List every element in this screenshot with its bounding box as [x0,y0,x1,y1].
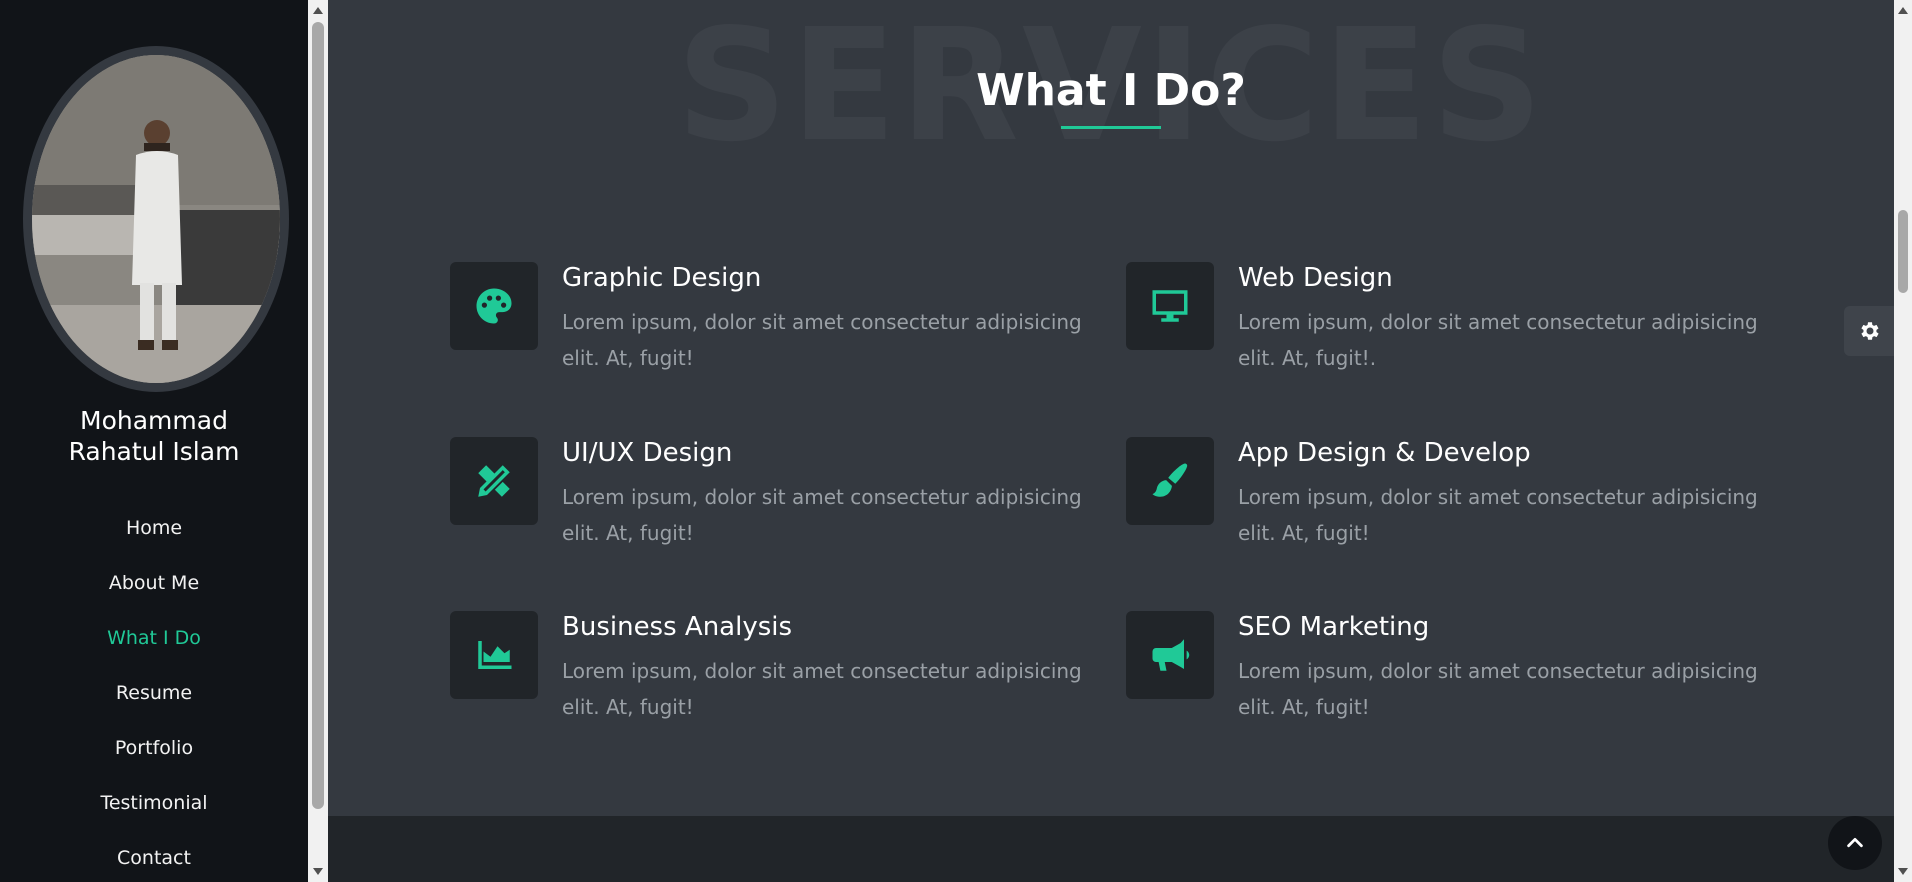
next-section-band [328,816,1894,882]
sidebar: Mohammad Rahatul Islam Home About Me Wha… [0,0,308,882]
services-section: SERVICES What I Do? Graphic Design Lorem… [328,0,1894,882]
service-title: SEO Marketing [1238,612,1430,642]
palette-icon [476,288,512,324]
page-scrollbar-thumb[interactable] [1898,210,1908,293]
service-item: Web Design Lorem ipsum, dolor sit amet c… [1126,262,1786,382]
service-icon-box [450,437,538,525]
scroll-down-arrow-icon[interactable] [1898,868,1908,875]
sidebar-scrollbar-thumb[interactable] [312,22,324,809]
profile-name-line2: Rahatul Islam [68,437,240,466]
service-description: Lorem ipsum, dolor sit amet consectetur … [562,659,1082,719]
sidebar-nav: Home About Me What I Do Resume Portfolio… [0,500,308,882]
service-item: Business Analysis Lorem ipsum, dolor sit… [450,611,1110,731]
service-title: Business Analysis [562,612,793,642]
service-title: Graphic Design [562,263,762,293]
nav-item-testimonial[interactable]: Testimonial [0,775,308,830]
service-icon-box [450,262,538,350]
back-to-top-button[interactable] [1828,816,1882,870]
service-icon-box [1126,437,1214,525]
service-description: Lorem ipsum, dolor sit amet consectetur … [1238,659,1758,719]
service-item: UI/UX Design Lorem ipsum, dolor sit amet… [450,437,1110,557]
avatar-frame [23,46,289,392]
title-underline [1061,126,1161,129]
nav-item-what-i-do[interactable]: What I Do [0,610,308,665]
chevron-up-icon [1847,837,1863,848]
bullhorn-icon [1152,639,1190,671]
avatar [32,55,280,383]
service-description: Lorem ipsum, dolor sit amet consectetur … [562,310,1082,370]
service-description: Lorem ipsum, dolor sit amet consectetur … [562,485,1082,545]
nav-item-resume[interactable]: Resume [0,665,308,720]
service-icon-box [450,611,538,699]
service-icon-box [1126,262,1214,350]
area-chart-icon [478,641,512,669]
service-item: App Design & Develop Lorem ipsum, dolor … [1126,437,1786,557]
service-title: App Design & Develop [1238,438,1531,468]
scroll-down-arrow-icon[interactable] [313,868,323,875]
service-item: SEO Marketing Lorem ipsum, dolor sit ame… [1126,611,1786,731]
service-title: Web Design [1238,263,1393,293]
scroll-up-arrow-icon[interactable] [1898,7,1908,14]
service-description: Lorem ipsum, dolor sit amet consectetur … [1238,310,1758,370]
nav-item-about-me[interactable]: About Me [0,555,308,610]
profile-name: Mohammad Rahatul Islam [0,405,308,467]
service-item: Graphic Design Lorem ipsum, dolor sit am… [450,262,1110,382]
paint-brush-icon [1152,463,1188,497]
sidebar-scrollbar[interactable] [308,0,328,882]
nav-item-contact[interactable]: Contact [0,830,308,882]
section-title: What I Do? [976,65,1246,116]
profile-name-line1: Mohammad [80,406,228,435]
service-icon-box [1126,611,1214,699]
page-scrollbar[interactable] [1894,0,1912,882]
pencil-ruler-icon [478,465,510,497]
service-title: UI/UX Design [562,438,733,468]
scroll-up-arrow-icon[interactable] [313,7,323,14]
nav-item-home[interactable]: Home [0,500,308,555]
settings-toggle-button[interactable] [1844,306,1894,356]
nav-item-portfolio[interactable]: Portfolio [0,720,308,775]
service-description: Lorem ipsum, dolor sit amet consectetur … [1238,485,1758,545]
desktop-icon [1152,290,1188,322]
gear-icon [1861,322,1879,340]
